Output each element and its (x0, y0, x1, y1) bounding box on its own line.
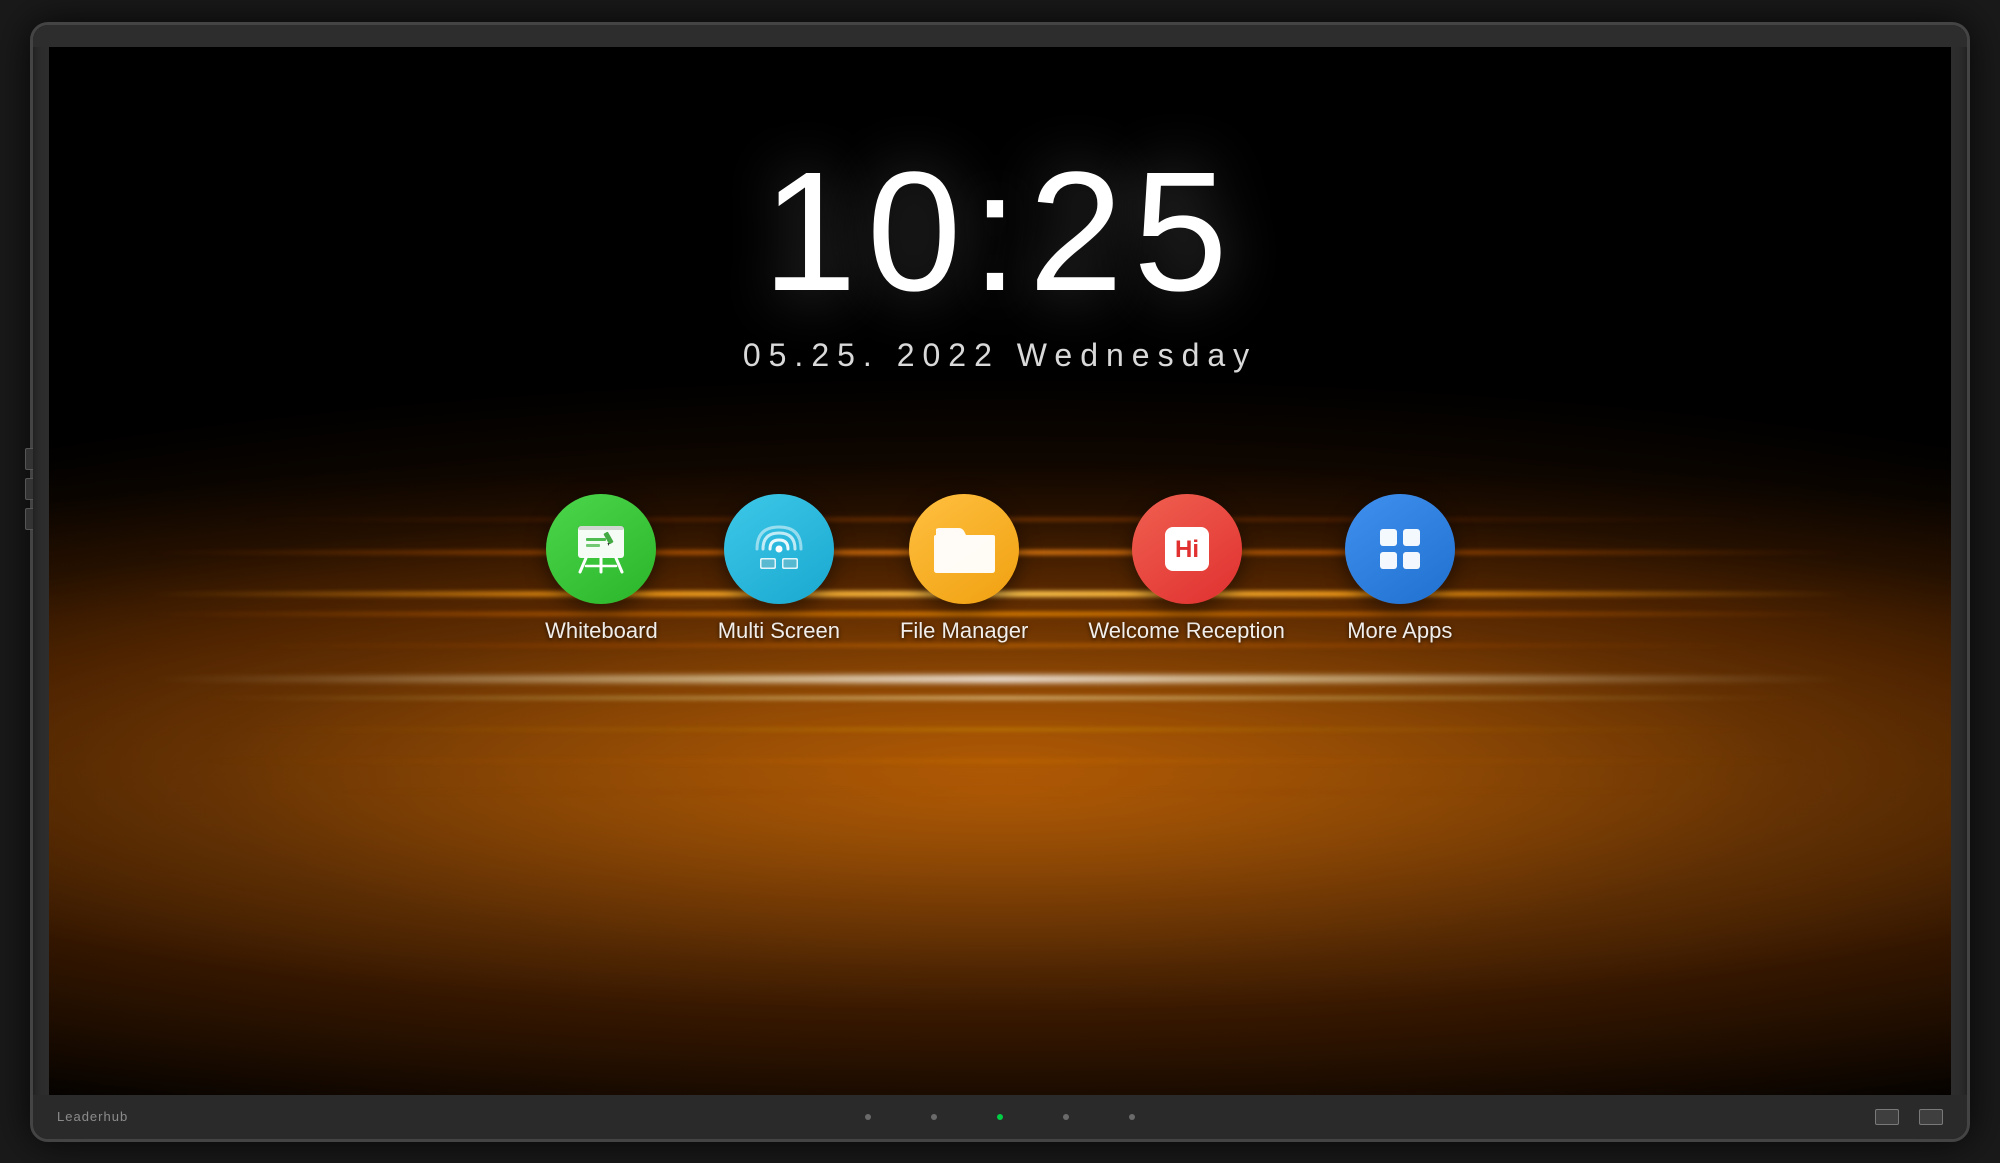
bezel-top (33, 25, 1967, 47)
multiscreen-icon-bg (724, 494, 834, 604)
indicator-dot-3 (1063, 1114, 1069, 1120)
multiscreen-icon (748, 518, 810, 580)
indicator-dot-2 (931, 1114, 937, 1120)
side-button-3[interactable] (25, 508, 33, 530)
monitor: 10:25 05.25. 2022 Wednesday (30, 22, 1970, 1142)
apps-row: Whiteboard (545, 494, 1455, 644)
screen-content: 10:25 05.25. 2022 Wednesday (49, 47, 1951, 1095)
side-buttons (25, 448, 33, 530)
brand-label: Leaderhub (57, 1109, 128, 1124)
whiteboard-icon (570, 518, 632, 580)
multiscreen-label: Multi Screen (718, 618, 840, 644)
bottom-controls (1875, 1109, 1943, 1125)
clock-time: 10:25 (762, 147, 1237, 317)
welcome-icon: Hi (1157, 519, 1217, 579)
app-welcome[interactable]: Hi Welcome Reception (1088, 494, 1284, 644)
side-button-1[interactable] (25, 448, 33, 470)
folder-icon (932, 521, 997, 576)
moreapps-icon-bg (1345, 494, 1455, 604)
filemanager-icon-bg (909, 494, 1019, 604)
bottom-button-1[interactable] (1875, 1109, 1899, 1125)
side-button-2[interactable] (25, 478, 33, 500)
filemanager-label: File Manager (900, 618, 1028, 644)
indicator-dot-1 (865, 1114, 871, 1120)
welcome-icon-bg: Hi (1132, 494, 1242, 604)
screen-wrapper: 10:25 05.25. 2022 Wednesday (49, 47, 1951, 1095)
screen: 10:25 05.25. 2022 Wednesday (49, 47, 1951, 1095)
clock-date: 05.25. 2022 Wednesday (743, 337, 1257, 374)
power-indicator (997, 1114, 1003, 1120)
app-whiteboard[interactable]: Whiteboard (545, 494, 658, 644)
bottom-center (865, 1114, 1135, 1120)
grid-icon (1370, 519, 1430, 579)
whiteboard-icon-bg (546, 494, 656, 604)
whiteboard-label: Whiteboard (545, 618, 658, 644)
app-filemanager[interactable]: File Manager (900, 494, 1028, 644)
bezel-bottom: Leaderhub (33, 1095, 1967, 1139)
moreapps-label: More Apps (1347, 618, 1452, 644)
app-multiscreen[interactable]: Multi Screen (718, 494, 840, 644)
welcome-label: Welcome Reception (1088, 618, 1284, 644)
bottom-button-2[interactable] (1919, 1109, 1943, 1125)
indicator-dot-4 (1129, 1114, 1135, 1120)
app-moreapps[interactable]: More Apps (1345, 494, 1455, 644)
svg-text:Hi: Hi (1175, 536, 1199, 563)
